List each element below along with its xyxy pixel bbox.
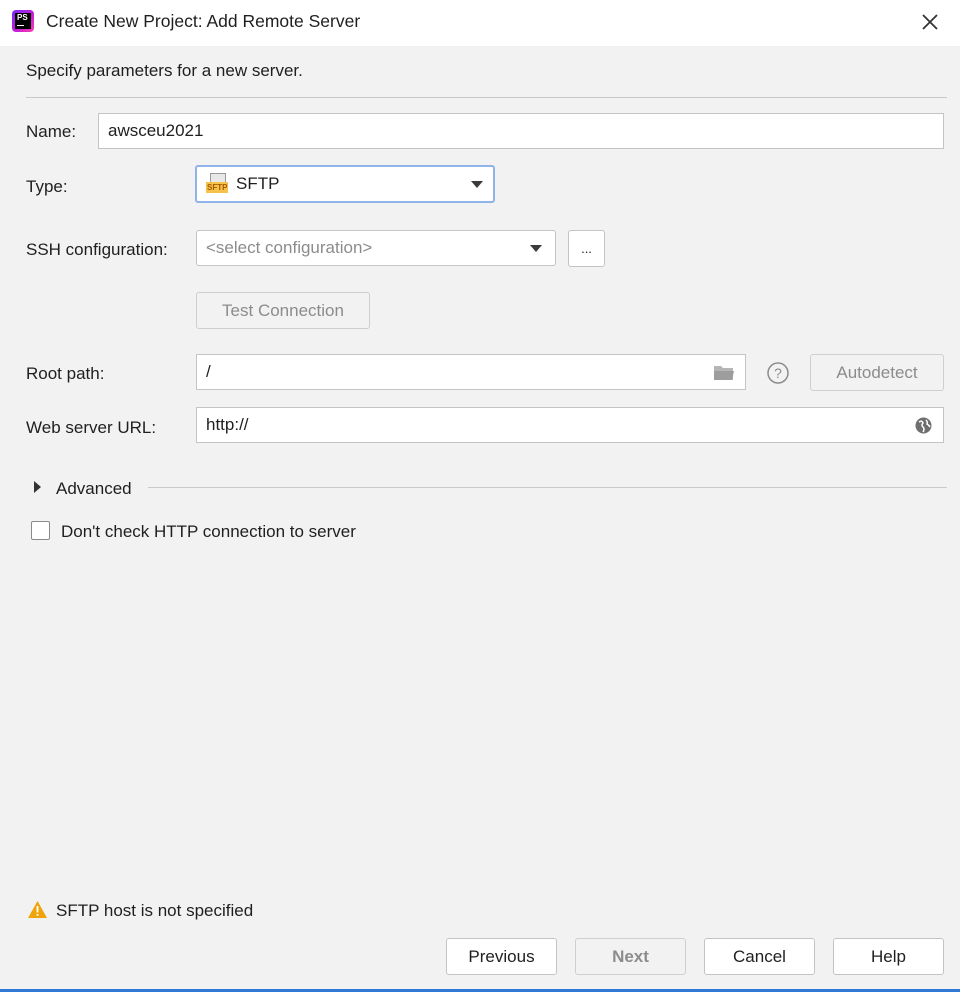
name-value: awsceu2021 bbox=[108, 121, 204, 140]
advanced-section-toggle[interactable]: Advanced bbox=[56, 479, 132, 499]
chevron-down-icon bbox=[471, 181, 483, 188]
warning-message: SFTP host is not specified bbox=[56, 901, 254, 920]
close-icon[interactable] bbox=[916, 8, 944, 36]
name-input[interactable]: awsceu2021 bbox=[98, 113, 944, 149]
chevron-right-icon[interactable] bbox=[34, 481, 41, 493]
name-label: Name: bbox=[26, 122, 77, 141]
root-path-input[interactable]: / bbox=[196, 354, 746, 390]
chevron-down-icon bbox=[530, 245, 542, 252]
next-button[interactable]: Next bbox=[575, 938, 686, 975]
ssh-configuration-browse-button[interactable]: ... bbox=[568, 230, 605, 267]
phpstorm-app-icon: PS bbox=[12, 10, 34, 32]
window-title: Create New Project: Add Remote Server bbox=[46, 11, 361, 31]
autodetect-button[interactable]: Autodetect bbox=[810, 354, 944, 391]
cancel-button[interactable]: Cancel bbox=[704, 938, 815, 975]
ssh-placeholder: <select configuration> bbox=[206, 238, 373, 257]
web-server-url-value: http:// bbox=[206, 415, 249, 434]
help-icon[interactable]: ? bbox=[766, 361, 790, 390]
header-divider bbox=[26, 97, 947, 98]
ssh-configuration-label: SSH configuration: bbox=[26, 240, 168, 259]
help-button[interactable]: Help bbox=[833, 938, 944, 975]
sftp-icon: SFTP bbox=[206, 173, 230, 195]
svg-text:?: ? bbox=[774, 365, 782, 381]
dialog-subtitle: Specify parameters for a new server. bbox=[26, 61, 303, 80]
warning-icon bbox=[27, 900, 48, 924]
advanced-divider bbox=[148, 487, 947, 488]
type-label: Type: bbox=[26, 177, 68, 196]
ssh-configuration-select[interactable]: <select configuration> bbox=[196, 230, 556, 266]
type-select[interactable]: SFTP SFTP bbox=[195, 165, 495, 203]
globe-icon[interactable] bbox=[914, 416, 933, 440]
web-server-url-input[interactable]: http:// bbox=[196, 407, 944, 443]
app-icon-text: PS bbox=[17, 13, 28, 22]
root-path-label: Root path: bbox=[26, 364, 105, 383]
test-connection-button[interactable]: Test Connection bbox=[196, 292, 370, 329]
type-value: SFTP bbox=[236, 174, 280, 193]
folder-icon[interactable] bbox=[713, 364, 735, 386]
dont-check-http-label[interactable]: Don't check HTTP connection to server bbox=[61, 522, 356, 542]
root-path-value: / bbox=[206, 362, 211, 381]
web-server-url-label: Web server URL: bbox=[26, 418, 157, 437]
dont-check-http-checkbox[interactable] bbox=[31, 521, 50, 540]
previous-button[interactable]: Previous bbox=[446, 938, 557, 975]
